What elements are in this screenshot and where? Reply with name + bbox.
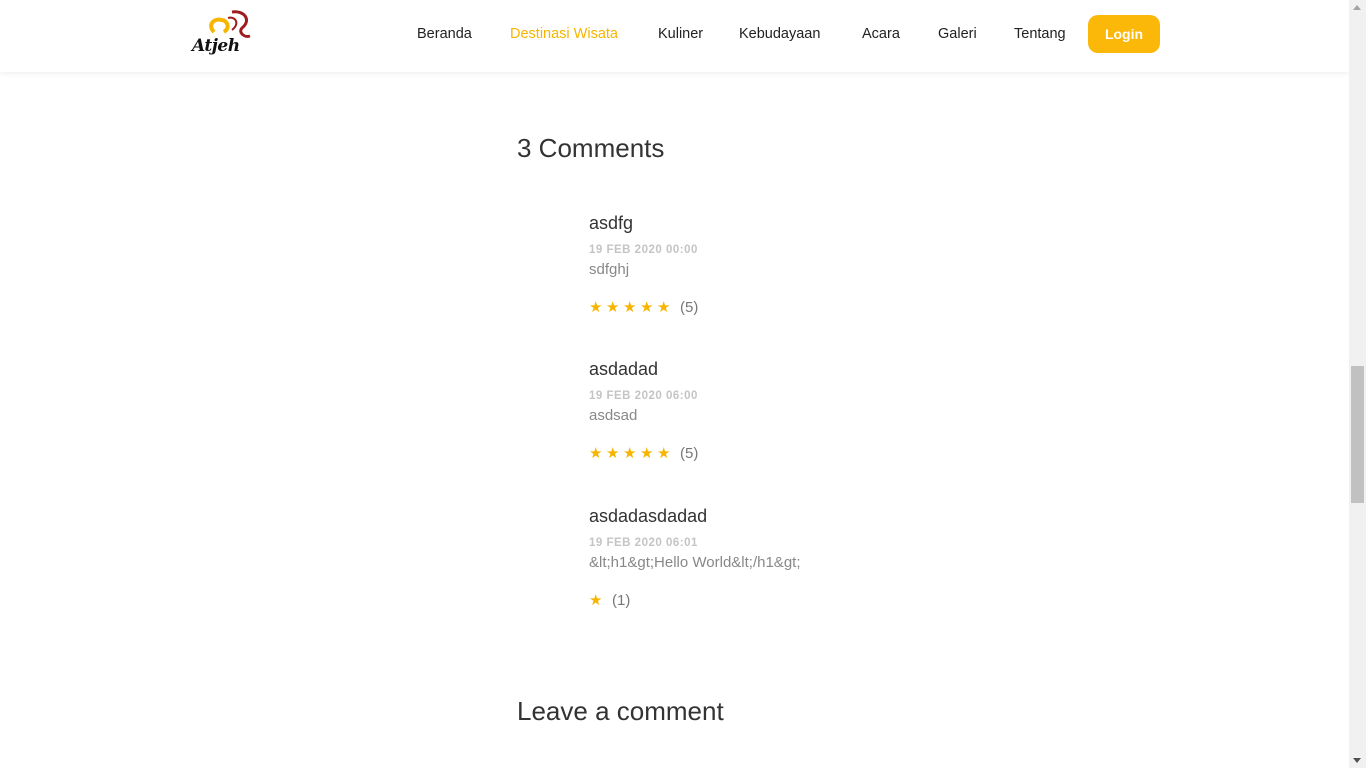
comment-author: asdadad	[589, 359, 659, 379]
scrollbar-thumb[interactable]	[1351, 366, 1364, 503]
nav-kuliner[interactable]: Kuliner	[658, 26, 703, 42]
site-logo[interactable]: Atjeh	[192, 8, 254, 62]
comment-item: asdadasdadad 19 FEB 2020 06:01 &lt;h1&gt…	[589, 506, 989, 609]
rating-count: (1)	[612, 591, 631, 609]
page-scrollbar[interactable]	[1349, 0, 1366, 768]
rating-count: (5)	[680, 298, 699, 316]
star-icon: ★	[623, 298, 637, 316]
rating-stars: ★ ★ ★ ★ ★	[589, 444, 674, 462]
star-icon: ★	[640, 298, 654, 316]
nav-acara[interactable]: Acara	[862, 26, 900, 42]
star-icon: ★	[589, 298, 603, 316]
comment-item: asdfg 19 FEB 2020 00:00 sdfghj ★ ★ ★ ★ ★ (5)	[589, 213, 989, 316]
comment-author: asdfg	[589, 213, 634, 233]
star-icon: ★	[606, 444, 620, 462]
star-icon: ★	[657, 444, 671, 462]
login-button[interactable]: Login	[1088, 15, 1160, 53]
comment-rating: ★ ★ ★ ★ ★ (5)	[589, 298, 989, 316]
leave-comment-title: Leave a comment	[517, 696, 724, 726]
rating-count: (5)	[680, 444, 699, 462]
comment-item: asdadad 19 FEB 2020 06:00 asdsad ★ ★ ★ ★ ★ (…	[589, 359, 989, 462]
star-icon: ★	[657, 298, 671, 316]
comment-author: asdadasdadad	[589, 506, 708, 526]
star-icon: ★	[640, 444, 654, 462]
star-icon: ★	[589, 444, 603, 462]
rating-stars: ★ ★ ★ ★ ★	[589, 298, 674, 316]
comment-date: 19 FEB 2020 06:00	[589, 390, 698, 402]
navbar: Atjeh Beranda Destinasi Wisata Kuliner K…	[0, 0, 1349, 72]
rating-stars: ★	[589, 591, 606, 609]
comment-date: 19 FEB 2020 06:01	[589, 537, 698, 549]
nav-beranda[interactable]: Beranda	[417, 26, 472, 42]
comment-rating: ★ ★ ★ ★ ★ (5)	[589, 444, 989, 462]
comment-text: &lt;h1&gt;Hello World&lt;/h1&gt;	[589, 554, 801, 571]
nav-destinasi-wisata[interactable]: Destinasi Wisata	[510, 26, 618, 42]
nav-tentang[interactable]: Tentang	[1014, 26, 1066, 42]
comment-text: asdsad	[589, 407, 638, 424]
comment-text: sdfghj	[589, 261, 630, 278]
nav-kebudayaan[interactable]: Kebudayaan	[739, 26, 820, 42]
star-icon: ★	[606, 298, 620, 316]
logo-text: Atjeh	[192, 36, 240, 56]
comment-rating: ★ (1)	[589, 591, 989, 609]
star-icon: ★	[623, 444, 637, 462]
star-icon: ★	[589, 591, 603, 609]
nav-galeri[interactable]: Galeri	[938, 26, 977, 42]
scroll-down-arrow-icon[interactable]	[1353, 758, 1361, 763]
comment-date: 19 FEB 2020 00:00	[589, 244, 698, 256]
comments-title: 3 Comments	[517, 133, 665, 163]
scroll-up-arrow-icon[interactable]	[1353, 5, 1361, 10]
